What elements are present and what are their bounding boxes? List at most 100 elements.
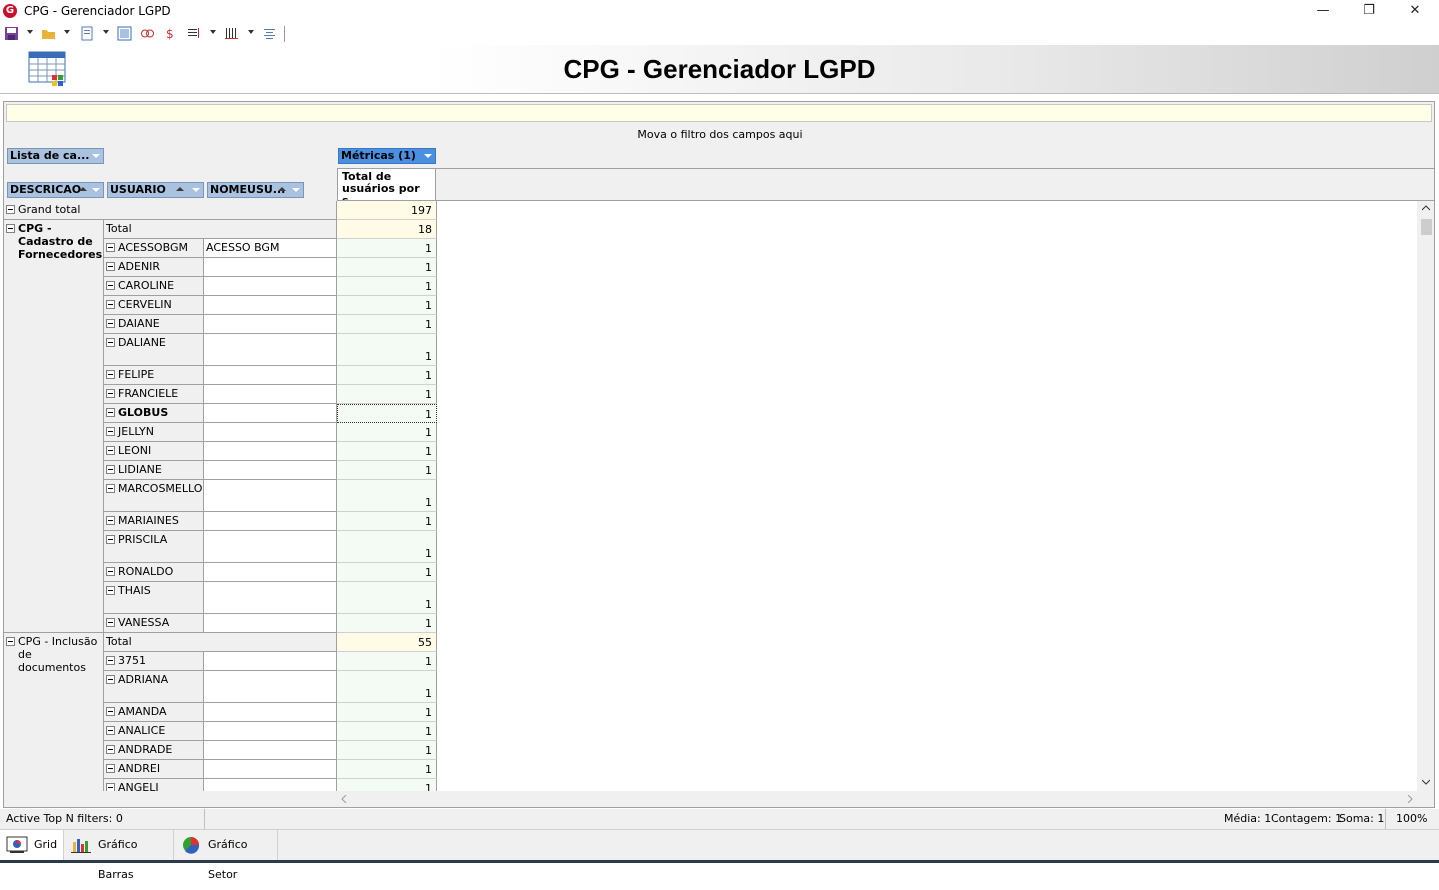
restore-button[interactable]: ❐ <box>1346 0 1392 23</box>
collapse-icon[interactable] <box>6 637 15 646</box>
collapse-icon[interactable] <box>106 243 115 252</box>
tab-grid[interactable]: Grid <box>0 830 64 860</box>
collapse-icon[interactable] <box>106 389 115 398</box>
collapse-icon[interactable] <box>106 535 115 544</box>
value-cell[interactable]: 1 <box>337 671 437 703</box>
user-cell[interactable]: CERVELIN <box>104 296 204 315</box>
collapse-icon[interactable] <box>106 300 115 309</box>
user-cell[interactable]: AMANDA <box>104 703 204 722</box>
minimize-button[interactable]: — <box>1300 0 1346 23</box>
field-descricao[interactable]: DESCRICAO <box>7 182 104 198</box>
collapse-icon[interactable] <box>106 427 115 436</box>
export-icon[interactable] <box>80 26 95 41</box>
field-usuario[interactable]: USUARIO <box>107 182 204 198</box>
user-cell[interactable]: ANDREI <box>104 760 204 779</box>
value-cell[interactable]: 1 <box>337 296 437 315</box>
filter-area[interactable] <box>6 104 1432 122</box>
value-cell[interactable]: 1 <box>337 461 437 480</box>
collapse-icon[interactable] <box>6 205 15 214</box>
tab-grafico-barras[interactable]: Gráfico Barras <box>64 830 174 881</box>
user-cell[interactable]: FRANCIELE <box>104 385 204 404</box>
user-cell[interactable]: ANDRADE <box>104 741 204 760</box>
collapse-icon[interactable] <box>106 408 115 417</box>
collapse-icon[interactable] <box>106 745 115 754</box>
collapse-icon[interactable] <box>106 262 115 271</box>
value-cell[interactable]: 1 <box>337 442 437 461</box>
user-cell[interactable]: FELIPE <box>104 366 204 385</box>
user-cell[interactable]: DAIANE <box>104 315 204 334</box>
columns-dropdown-icon[interactable] <box>248 30 254 34</box>
align-icon[interactable] <box>262 26 277 41</box>
scroll-up-icon[interactable] <box>1422 205 1430 211</box>
group-label-cell[interactable]: CPG - Inclusão de documentos <box>4 633 104 791</box>
scroll-right-icon[interactable] <box>1407 795 1413 803</box>
collapse-icon[interactable] <box>106 586 115 595</box>
user-cell[interactable]: GLOBUS <box>104 404 204 423</box>
collapse-icon[interactable] <box>6 224 15 233</box>
collapse-icon[interactable] <box>106 281 115 290</box>
link-icon[interactable] <box>140 26 155 41</box>
value-cell[interactable]: 1 <box>337 652 437 671</box>
list-dropdown-icon[interactable] <box>210 30 216 34</box>
vertical-scrollbar[interactable] <box>1418 201 1434 791</box>
user-cell[interactable]: JELLYN <box>104 423 204 442</box>
user-cell[interactable]: ADENIR <box>104 258 204 277</box>
field-list-button[interactable]: Lista de ca... <box>7 148 104 164</box>
value-cell[interactable]: 1 <box>337 760 437 779</box>
value-cell[interactable]: 1 <box>337 239 437 258</box>
user-cell[interactable]: LEONI <box>104 442 204 461</box>
horizontal-scrollbar[interactable] <box>337 791 1418 807</box>
user-cell[interactable]: VANESSA <box>104 614 204 633</box>
user-cell[interactable]: PRISCILA <box>104 531 204 563</box>
currency-icon[interactable]: $ <box>163 26 178 41</box>
layout-icon[interactable] <box>117 26 132 41</box>
user-cell[interactable]: CAROLINE <box>104 277 204 296</box>
value-cell[interactable]: 1 <box>337 277 437 296</box>
user-cell[interactable]: ANALICE <box>104 722 204 741</box>
scrollbar-thumb[interactable] <box>1421 219 1432 235</box>
value-cell[interactable]: 1 <box>337 385 437 404</box>
metrics-button[interactable]: Métricas (1) <box>338 148 436 164</box>
collapse-icon[interactable] <box>106 675 115 684</box>
collapse-icon[interactable] <box>106 783 115 791</box>
open-folder-icon[interactable] <box>41 26 56 41</box>
collapse-icon[interactable] <box>106 656 115 665</box>
value-cell[interactable]: 1 <box>337 512 437 531</box>
value-cell[interactable]: 1 <box>337 741 437 760</box>
collapse-icon[interactable] <box>106 465 115 474</box>
value-cell[interactable]: 1 <box>337 614 437 633</box>
user-cell[interactable]: DALIANE <box>104 334 204 366</box>
value-cell[interactable]: 1 <box>337 423 437 442</box>
tab-grafico-setor[interactable]: Gráfico Setor <box>174 830 278 881</box>
collapse-icon[interactable] <box>106 319 115 328</box>
value-cell[interactable]: 1 <box>337 404 437 423</box>
user-cell[interactable]: MARCOSMELLO <box>104 480 204 512</box>
user-cell[interactable]: ADRIANA <box>104 671 204 703</box>
value-cell[interactable]: 1 <box>337 334 437 366</box>
collapse-icon[interactable] <box>106 618 115 627</box>
value-cell[interactable]: 1 <box>337 563 437 582</box>
user-cell[interactable]: ANGELI <box>104 779 204 791</box>
value-cell[interactable]: 1 <box>337 366 437 385</box>
user-cell[interactable]: 3751 <box>104 652 204 671</box>
user-cell[interactable]: RONALDO <box>104 563 204 582</box>
value-cell[interactable]: 1 <box>337 480 437 512</box>
collapse-icon[interactable] <box>106 446 115 455</box>
user-cell[interactable]: ACESSOBGM <box>104 239 204 258</box>
save-icon[interactable] <box>4 26 19 41</box>
value-cell[interactable]: 1 <box>337 315 437 334</box>
data-column-header[interactable]: Total de usuários por s... <box>337 168 436 201</box>
save-dropdown-icon[interactable] <box>27 30 33 34</box>
value-cell[interactable]: 1 <box>337 779 437 791</box>
value-cell[interactable]: 1 <box>337 531 437 563</box>
scroll-down-icon[interactable] <box>1422 779 1430 785</box>
collapse-icon[interactable] <box>106 516 115 525</box>
columns-icon[interactable] <box>224 26 239 41</box>
user-cell[interactable]: MARIAINES <box>104 512 204 531</box>
collapse-icon[interactable] <box>106 338 115 347</box>
collapse-icon[interactable] <box>106 764 115 773</box>
group-label-cell[interactable]: CPG - Cadastro de Fornecedores <box>4 220 104 633</box>
grand-total-row[interactable]: Grand total <box>4 201 337 220</box>
user-cell[interactable]: LIDIANE <box>104 461 204 480</box>
collapse-icon[interactable] <box>106 726 115 735</box>
